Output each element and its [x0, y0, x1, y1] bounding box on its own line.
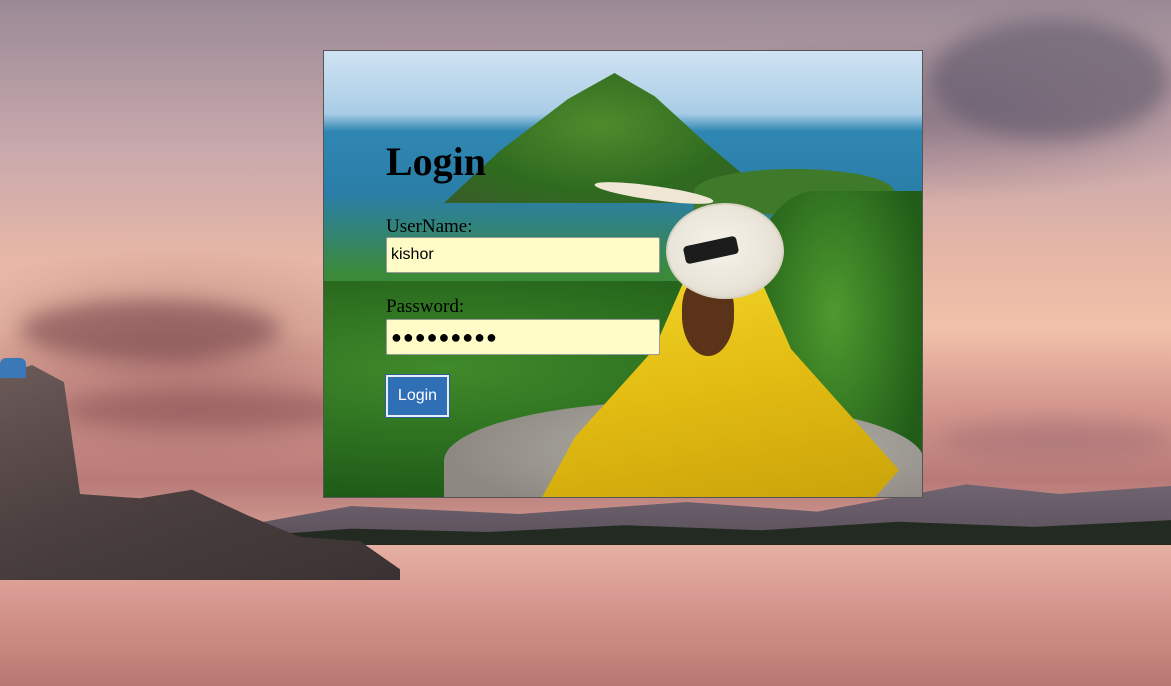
password-label: Password:	[386, 296, 465, 317]
login-card	[323, 50, 923, 498]
background-cloud	[930, 20, 1170, 140]
username-label: UserName:	[386, 216, 473, 237]
password-input[interactable]: ●●●●●●●●●	[386, 319, 660, 355]
login-button[interactable]: Login	[385, 374, 450, 418]
password-value: ●●●●●●●●●	[391, 326, 498, 347]
page-title: Login	[386, 139, 487, 184]
background-cloud	[940, 420, 1170, 460]
login-button-label: Login	[397, 387, 438, 404]
username-input[interactable]: kishor	[386, 237, 660, 273]
username-value: kishor	[391, 246, 434, 263]
background-hut	[0, 358, 26, 378]
background-cloud	[60, 390, 360, 430]
background-cloud	[20, 300, 280, 360]
